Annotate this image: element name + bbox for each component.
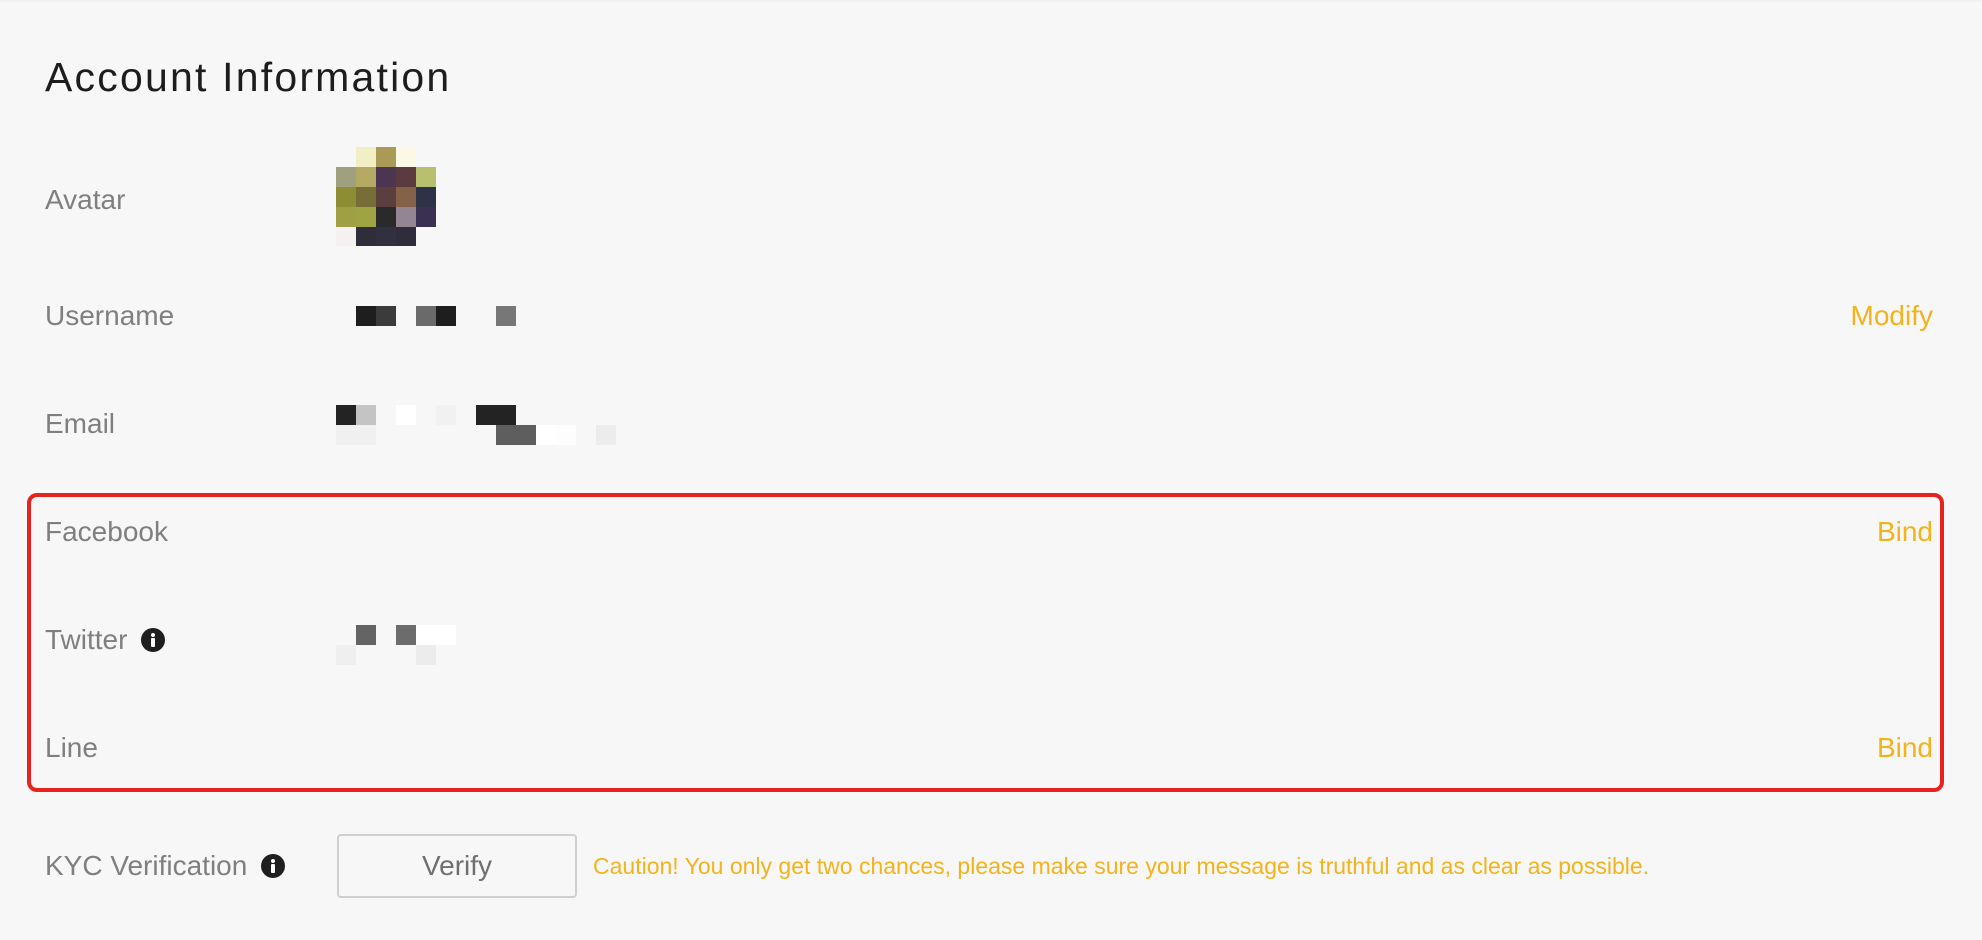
facebook-label: Facebook xyxy=(45,516,168,547)
twitter-label: Twitter xyxy=(45,622,166,658)
twitter-label-text: Twitter xyxy=(45,624,128,655)
info-icon[interactable] xyxy=(261,853,286,878)
bind-line-link[interactable]: Bind xyxy=(1877,730,1933,766)
verify-button[interactable]: Verify xyxy=(337,834,577,898)
line-label: Line xyxy=(45,732,98,763)
username-label: Username xyxy=(45,300,175,331)
page-title: Account Information xyxy=(45,54,452,100)
avatar-label: Avatar xyxy=(45,184,126,215)
kyc-verification-label: KYC Verification xyxy=(45,848,286,884)
twitter-value xyxy=(336,625,456,665)
username-value xyxy=(356,306,516,326)
email-label: Email xyxy=(45,408,116,439)
kyc-verification-label-text: KYC Verification xyxy=(45,850,248,881)
modify-username-link[interactable]: Modify xyxy=(1851,298,1933,334)
info-icon[interactable] xyxy=(141,627,166,652)
avatar xyxy=(336,147,438,246)
account-information-page: Account Information Avatar Username Modi… xyxy=(0,0,1982,940)
kyc-caution-text: Caution! You only get two chances, pleas… xyxy=(593,853,1650,879)
email-value xyxy=(336,405,616,445)
social-accounts-highlight xyxy=(27,493,1944,792)
bind-facebook-link[interactable]: Bind xyxy=(1877,514,1933,550)
top-divider xyxy=(0,0,1982,2)
